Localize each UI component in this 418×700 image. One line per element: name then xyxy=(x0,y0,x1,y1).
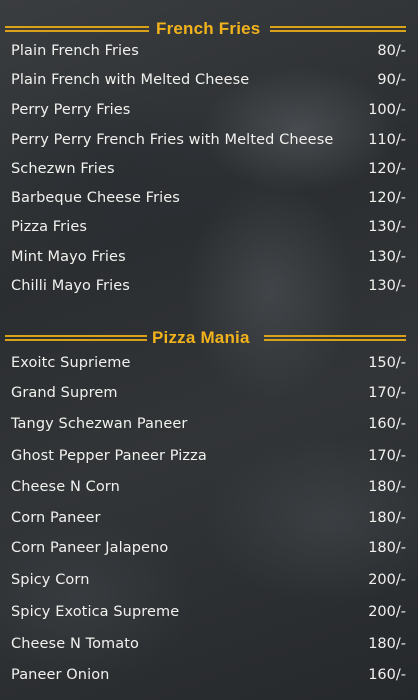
item-name: Plain French with Melted Cheese xyxy=(11,72,250,88)
item-price: 90/- xyxy=(377,72,406,88)
menu-board: French Fries Plain French Fries 80/- Pla… xyxy=(0,0,418,700)
item-name: Cheese N Corn xyxy=(11,479,120,495)
section-header: French Fries xyxy=(0,18,418,40)
item-price: 160/- xyxy=(368,416,406,432)
item-price: 170/- xyxy=(368,385,406,401)
menu-item: Schezwn Fries 120/- xyxy=(0,161,418,183)
menu-item: Perry Perry Fries 100/- xyxy=(0,102,418,124)
item-name: Corn Paneer Jalapeno xyxy=(11,540,169,556)
section-pizza-mania: Pizza Mania xyxy=(0,327,418,349)
menu-item: Spicy Corn 200/- xyxy=(0,572,418,594)
item-price: 130/- xyxy=(368,249,406,265)
item-name: Plain French Fries xyxy=(11,43,139,59)
menu-item: Cheese N Corn 180/- xyxy=(0,479,418,501)
item-name: Perry Perry Fries xyxy=(11,102,131,118)
header-rule-right xyxy=(270,26,406,32)
item-price: 160/- xyxy=(368,667,406,683)
item-name: Exoitc Suprieme xyxy=(11,355,131,371)
item-name: Paneer Onion xyxy=(11,667,110,683)
item-name: Corn Paneer xyxy=(11,510,101,526)
menu-item: Spicy Exotica Supreme 200/- xyxy=(0,604,418,626)
menu-item: Paneer Onion 160/- xyxy=(0,667,418,689)
item-price: 200/- xyxy=(368,572,406,588)
menu-item: Barbeque Cheese Fries 120/- xyxy=(0,190,418,212)
item-name: Tangy Schezwan Paneer xyxy=(11,416,188,432)
menu-item: Corn Paneer Jalapeno 180/- xyxy=(0,540,418,562)
item-name: Ghost Pepper Paneer Pizza xyxy=(11,448,207,464)
menu-item: Mint Mayo Fries 130/- xyxy=(0,249,418,271)
header-rule-right xyxy=(264,335,406,341)
section-french-fries: French Fries xyxy=(0,18,418,40)
header-rule-left xyxy=(5,26,149,32)
item-name: Grand Suprem xyxy=(11,385,118,401)
item-price: 130/- xyxy=(368,278,406,294)
item-price: 130/- xyxy=(368,219,406,235)
menu-item: Corn Paneer 180/- xyxy=(0,510,418,532)
item-name: Spicy Corn xyxy=(11,572,90,588)
item-price: 80/- xyxy=(377,43,406,59)
menu-item: Plain French with Melted Cheese 90/- xyxy=(0,72,418,94)
item-name: Perry Perry French Fries with Melted Che… xyxy=(11,132,334,148)
item-price: 120/- xyxy=(368,161,406,177)
item-name: Spicy Exotica Supreme xyxy=(11,604,180,620)
item-price: 100/- xyxy=(368,102,406,118)
item-price: 170/- xyxy=(368,448,406,464)
item-price: 150/- xyxy=(368,355,406,371)
item-price: 180/- xyxy=(368,479,406,495)
section-header: Pizza Mania xyxy=(0,327,418,349)
section-title: Pizza Mania xyxy=(152,328,250,347)
item-price: 200/- xyxy=(368,604,406,620)
item-price: 180/- xyxy=(368,510,406,526)
menu-item: Grand Suprem 170/- xyxy=(0,385,418,407)
header-rule-left xyxy=(5,335,147,341)
menu-item: Tangy Schezwan Paneer 160/- xyxy=(0,416,418,438)
item-name: Barbeque Cheese Fries xyxy=(11,190,180,206)
menu-item: Cheese N Tomato 180/- xyxy=(0,636,418,658)
menu-item: Perry Perry French Fries with Melted Che… xyxy=(0,132,418,154)
menu-item: Pizza Fries 130/- xyxy=(0,219,418,241)
item-price: 180/- xyxy=(368,636,406,652)
menu-item: Plain French Fries 80/- xyxy=(0,43,418,65)
item-price: 120/- xyxy=(368,190,406,206)
item-price: 180/- xyxy=(368,540,406,556)
menu-item: Ghost Pepper Paneer Pizza 170/- xyxy=(0,448,418,470)
item-name: Schezwn Fries xyxy=(11,161,115,177)
menu-item: Chilli Mayo Fries 130/- xyxy=(0,278,418,300)
item-name: Cheese N Tomato xyxy=(11,636,140,652)
item-name: Pizza Fries xyxy=(11,219,88,235)
item-price: 110/- xyxy=(368,132,406,148)
item-name: Mint Mayo Fries xyxy=(11,249,126,265)
item-name: Chilli Mayo Fries xyxy=(11,278,130,294)
menu-item: Exoitc Suprieme 150/- xyxy=(0,355,418,377)
section-title: French Fries xyxy=(156,19,261,38)
